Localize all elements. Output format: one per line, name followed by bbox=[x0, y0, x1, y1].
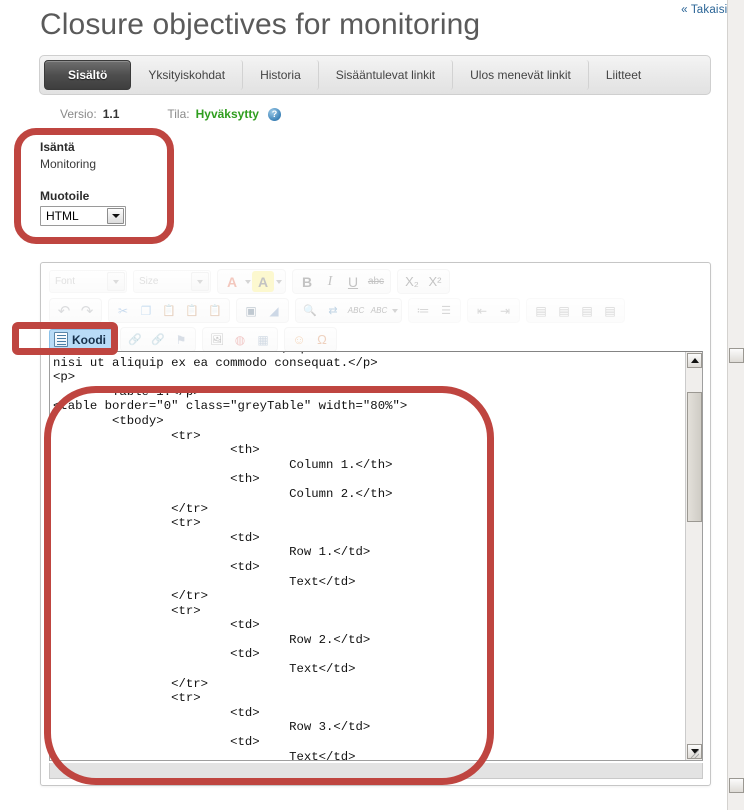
textarea-scrollbar[interactable] bbox=[685, 352, 702, 760]
chevron-down-icon[interactable] bbox=[107, 208, 124, 224]
paste-text-icon[interactable]: 📋 bbox=[181, 300, 203, 321]
insert-group: 🖼 ◍ ▦ bbox=[202, 327, 278, 352]
format-select[interactable]: HTML bbox=[40, 206, 126, 226]
clipboard-group: ✂ ❐ 📋 📋 📋 bbox=[108, 298, 230, 323]
tab-historia[interactable]: Historia bbox=[243, 60, 319, 90]
indent-group: ⇤ ⇥ bbox=[467, 298, 520, 323]
spellcheck-options-icon[interactable]: ABC bbox=[368, 300, 390, 321]
rich-text-editor: Font Size A A B I U abc X₂ X² ↶ ↷ ✂ ❐ 📋 … bbox=[40, 262, 711, 786]
basic-styles-group: B I U abc bbox=[292, 269, 391, 294]
remove-format-icon[interactable]: ◢ bbox=[263, 300, 285, 321]
host-label: Isäntä bbox=[40, 140, 75, 154]
link-group: 🔗 🔗 ⚑ bbox=[120, 327, 196, 352]
cut-icon[interactable]: ✂ bbox=[112, 300, 134, 321]
superscript-icon[interactable]: X² bbox=[424, 271, 446, 292]
script-group: X₂ X² bbox=[397, 269, 450, 294]
subscript-icon[interactable]: X₂ bbox=[401, 271, 423, 292]
color-group: A A bbox=[217, 269, 286, 294]
flash-icon[interactable]: ◍ bbox=[229, 329, 251, 350]
image-icon[interactable]: 🖼 bbox=[206, 329, 228, 350]
host-value: Monitoring bbox=[40, 157, 97, 171]
decrease-indent-icon[interactable]: ⇤ bbox=[471, 300, 493, 321]
text-color-icon[interactable]: A bbox=[221, 271, 243, 292]
help-icon[interactable]: ? bbox=[267, 107, 281, 121]
tab-sisaantulevat-linkit[interactable]: Sisääntulevat linkit bbox=[319, 60, 454, 90]
chevron-down-icon[interactable] bbox=[191, 272, 209, 291]
editor-footer bbox=[49, 763, 703, 779]
strikethrough-icon[interactable]: abc bbox=[365, 271, 387, 292]
format-label: Muotoile bbox=[40, 189, 90, 203]
tab-yksityiskohdat[interactable]: Yksityiskohdat bbox=[131, 60, 244, 90]
unlink-icon[interactable]: 🔗 bbox=[147, 329, 169, 350]
find-icon[interactable]: 🔍 bbox=[299, 300, 321, 321]
smiley-icon[interactable]: ☺ bbox=[288, 329, 310, 350]
underline-icon[interactable]: U bbox=[342, 271, 364, 292]
selection-group: ▣ ◢ bbox=[236, 298, 289, 323]
paste-from-word-icon[interactable]: 📋 bbox=[204, 300, 226, 321]
chevron-down-icon[interactable] bbox=[107, 272, 125, 291]
font-family-combo[interactable]: Font bbox=[49, 270, 127, 293]
page-scrollbar[interactable] bbox=[727, 0, 744, 810]
font-size-combo[interactable]: Size bbox=[133, 270, 211, 293]
align-group: ▤ ▤ ▤ ▤ bbox=[526, 298, 625, 323]
toolbar-row-1: Font Size A A B I U abc X₂ X² bbox=[49, 268, 689, 295]
resize-handle[interactable] bbox=[690, 749, 700, 759]
toolbar-row-2: ↶ ↷ ✂ ❐ 📋 📋 📋 ▣ ◢ 🔍 ⇄ ABC ABC ≔ ☰ ⇤ ⇥ ▤ … bbox=[49, 297, 689, 324]
chevron-down-icon[interactable] bbox=[392, 308, 398, 313]
special-character-icon[interactable]: Ω bbox=[311, 329, 333, 350]
undo-icon[interactable]: ↶ bbox=[53, 300, 75, 321]
link-icon[interactable]: 🔗 bbox=[124, 329, 146, 350]
background-color-icon[interactable]: A bbox=[252, 271, 274, 292]
select-all-icon[interactable]: ▣ bbox=[240, 300, 262, 321]
status-label: Tila: bbox=[167, 107, 190, 121]
scrollbar-thumb[interactable] bbox=[687, 392, 702, 522]
version-status-row: Versio: 1.1 Tila: Hyväksytty ? bbox=[60, 107, 281, 121]
align-center-icon[interactable]: ▤ bbox=[553, 300, 575, 321]
align-right-icon[interactable]: ▤ bbox=[576, 300, 598, 321]
toolbar-row-3: Koodi 🔗 🔗 ⚑ 🖼 ◍ ▦ ☺ Ω bbox=[49, 326, 689, 353]
page-scroll-up-icon[interactable] bbox=[729, 348, 744, 363]
bulleted-list-icon[interactable]: ☰ bbox=[435, 300, 457, 321]
copy-icon[interactable]: ❐ bbox=[135, 300, 157, 321]
table-icon[interactable]: ▦ bbox=[252, 329, 274, 350]
tab-sisalto[interactable]: Sisältö bbox=[44, 60, 132, 90]
source-code-icon bbox=[54, 332, 68, 347]
redo-icon[interactable]: ↷ bbox=[76, 300, 98, 321]
tab-liitteet[interactable]: Liitteet bbox=[589, 60, 658, 90]
justify-icon[interactable]: ▤ bbox=[599, 300, 621, 321]
find-group: 🔍 ⇄ ABC ABC bbox=[295, 298, 402, 323]
page-title: Closure objectives for monitoring bbox=[40, 8, 481, 41]
scroll-up-icon[interactable] bbox=[687, 353, 702, 368]
source-code-button[interactable]: Koodi bbox=[49, 328, 114, 351]
font-family-combo-value: Font bbox=[55, 276, 76, 287]
format-select-value: HTML bbox=[46, 209, 79, 223]
spellcheck-icon[interactable]: ABC bbox=[345, 300, 367, 321]
numbered-list-icon[interactable]: ≔ bbox=[412, 300, 434, 321]
font-size-combo-value: Size bbox=[139, 276, 159, 287]
version-value: 1.1 bbox=[102, 107, 120, 121]
list-group: ≔ ☰ bbox=[408, 298, 461, 323]
page-scroll-down-icon[interactable] bbox=[729, 778, 744, 793]
metadata-fields: Isäntä Monitoring Muotoile HTML bbox=[40, 140, 180, 231]
source-code-content: aliqua. Ut enim ad minim veniam, quis no… bbox=[53, 352, 599, 761]
status-value: Hyväksytty bbox=[195, 107, 259, 121]
chevron-down-icon[interactable] bbox=[276, 279, 282, 284]
italic-icon[interactable]: I bbox=[319, 271, 341, 292]
version-label: Versio: bbox=[60, 107, 97, 121]
source-code-textarea[interactable]: aliqua. Ut enim ad minim veniam, quis no… bbox=[49, 351, 703, 761]
increase-indent-icon[interactable]: ⇥ bbox=[494, 300, 516, 321]
paste-icon[interactable]: 📋 bbox=[158, 300, 180, 321]
tab-bar: Sisältö Yksityiskohdat Historia Sisääntu… bbox=[39, 55, 711, 95]
source-code-button-label: Koodi bbox=[72, 332, 106, 347]
symbol-group: ☺ Ω bbox=[284, 327, 337, 352]
chevron-down-icon[interactable] bbox=[245, 279, 251, 284]
undo-redo-group: ↶ ↷ bbox=[49, 298, 102, 323]
align-left-icon[interactable]: ▤ bbox=[530, 300, 552, 321]
tab-ulos-menevat-linkit[interactable]: Ulos menevät linkit bbox=[453, 60, 589, 90]
bold-icon[interactable]: B bbox=[296, 271, 318, 292]
anchor-icon[interactable]: ⚑ bbox=[170, 329, 192, 350]
page-root: « Takaisin Closure objectives for monito… bbox=[0, 0, 744, 810]
editor-toolbar: Font Size A A B I U abc X₂ X² ↶ ↷ ✂ ❐ 📋 … bbox=[49, 268, 689, 355]
replace-icon[interactable]: ⇄ bbox=[322, 300, 344, 321]
